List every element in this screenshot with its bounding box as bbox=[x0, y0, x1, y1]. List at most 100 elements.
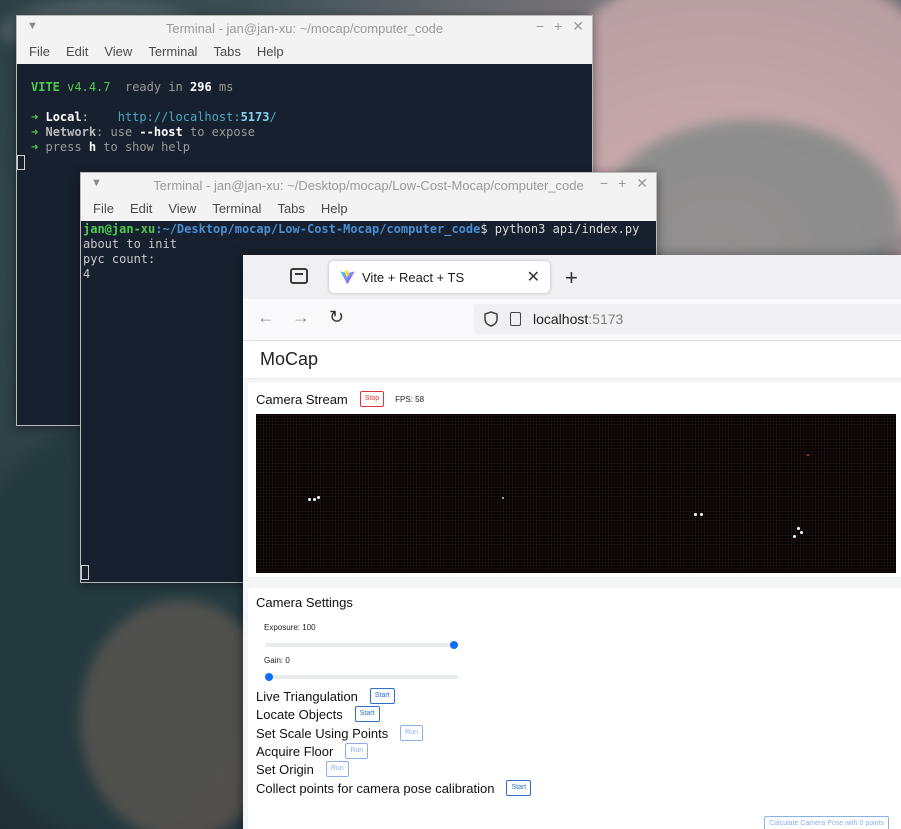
locate-objects-button[interactable]: Start bbox=[354, 706, 380, 722]
vite-name: VITE bbox=[31, 80, 60, 94]
action-label: Acquire Floor bbox=[256, 743, 334, 759]
page-icon bbox=[510, 312, 521, 326]
window-menu-icon[interactable]: ▼ bbox=[91, 177, 102, 189]
gain-label: Gain: 0 bbox=[264, 656, 290, 665]
close-tab-icon[interactable]: ✕ bbox=[527, 267, 540, 287]
live-triangulation-button[interactable]: Start bbox=[369, 688, 395, 704]
action-collect-points: Collect points for camera pose calibrati… bbox=[256, 780, 532, 796]
new-tab-icon[interactable]: + bbox=[565, 265, 578, 291]
tab-strip: Vite + React + TS ✕ + bbox=[243, 255, 901, 299]
page-content: MoCap Camera Stream Stop FPS: 58 Camera … bbox=[243, 341, 901, 829]
local-label: Local bbox=[45, 110, 82, 124]
fps-readout: FPS: 58 bbox=[395, 394, 425, 404]
action-label: Locate Objects bbox=[256, 706, 343, 722]
forward-icon[interactable]: → bbox=[292, 307, 310, 328]
calculate-camera-pose-button[interactable]: Calculate Camera Pose with 0 points bbox=[764, 816, 889, 829]
prompt-user: jan@jan-xu bbox=[83, 222, 156, 236]
ready-ms: 296 bbox=[190, 80, 212, 94]
menu-view[interactable]: View bbox=[160, 201, 204, 216]
nav-bar: ← → ↻ localhost:5173 bbox=[243, 299, 901, 341]
minimize-icon[interactable]: − bbox=[536, 18, 544, 35]
marker-dot bbox=[313, 498, 316, 501]
network-label: Network bbox=[45, 125, 97, 139]
help-key: h bbox=[88, 140, 97, 154]
close-icon[interactable]: ✕ bbox=[636, 175, 648, 192]
marker-dot bbox=[797, 527, 800, 530]
action-label: Collect points for camera pose calibrati… bbox=[256, 780, 495, 796]
set-scale-button[interactable]: Run bbox=[400, 725, 424, 741]
stop-stream-button[interactable]: Stop bbox=[359, 391, 385, 407]
gain-slider-thumb[interactable] bbox=[265, 673, 273, 681]
terminal-title: Terminal - jan@jan-xu: ~/mocap/computer_… bbox=[165, 20, 444, 36]
vite-version: v4.4.7 bbox=[67, 80, 111, 94]
terminal-menubar: File Edit View Terminal Tabs Help bbox=[17, 40, 592, 62]
action-live-triangulation: Live Triangulation Start bbox=[256, 688, 395, 704]
action-label: Live Triangulation bbox=[256, 688, 358, 704]
exposure-slider[interactable] bbox=[265, 641, 458, 649]
set-origin-button[interactable]: Run bbox=[325, 761, 349, 777]
terminal-menubar: File Edit View Terminal Tabs Help bbox=[81, 197, 656, 219]
reload-icon[interactable]: ↻ bbox=[329, 307, 344, 328]
minimize-icon[interactable]: − bbox=[600, 175, 608, 192]
menu-edit[interactable]: Edit bbox=[122, 201, 160, 216]
action-acquire-floor: Acquire Floor Run bbox=[256, 743, 369, 759]
host-flag: --host bbox=[139, 125, 183, 139]
exposure-slider-thumb[interactable] bbox=[450, 641, 458, 649]
terminal-cursor bbox=[81, 565, 89, 580]
terminal-cursor bbox=[17, 155, 25, 170]
vite-logo-icon bbox=[340, 269, 355, 285]
menu-terminal[interactable]: Terminal bbox=[140, 44, 205, 59]
prompt-command: $ python3 api/index.py bbox=[480, 222, 640, 236]
action-locate-objects: Locate Objects Start bbox=[256, 706, 380, 722]
menu-file[interactable]: File bbox=[21, 44, 58, 59]
shield-icon[interactable] bbox=[484, 311, 498, 327]
browser-window[interactable]: Vite + React + TS ✕ + ← → ↻ localhost:51… bbox=[243, 255, 901, 829]
marker-dot bbox=[800, 531, 803, 534]
arrow-icon: ➜ bbox=[31, 140, 39, 154]
menu-view[interactable]: View bbox=[96, 44, 140, 59]
menu-file[interactable]: File bbox=[85, 201, 122, 216]
ready-text: ready in bbox=[124, 80, 183, 94]
window-menu-icon[interactable]: ▼ bbox=[27, 20, 38, 32]
arrow-icon: ➜ bbox=[31, 125, 39, 139]
close-icon[interactable]: ✕ bbox=[572, 18, 584, 35]
marker-dot bbox=[793, 535, 796, 538]
tab-vite-react[interactable]: Vite + React + TS ✕ bbox=[329, 261, 550, 293]
terminal-titlebar[interactable]: ▼ Terminal - jan@jan-xu: ~/mocap/compute… bbox=[17, 16, 592, 40]
exposure-label: Exposure: 100 bbox=[264, 623, 316, 632]
camera-stream-image bbox=[256, 414, 896, 573]
local-url[interactable]: http://localhost:5173/ bbox=[118, 110, 277, 124]
menu-terminal[interactable]: Terminal bbox=[204, 201, 269, 216]
marker-dot bbox=[308, 498, 311, 501]
gain-slider[interactable] bbox=[265, 673, 458, 681]
arrow-icon: ➜ bbox=[31, 110, 39, 124]
maximize-icon[interactable]: + bbox=[554, 18, 562, 35]
action-set-origin: Set Origin Run bbox=[256, 761, 349, 777]
collect-points-button[interactable]: Start bbox=[506, 780, 532, 796]
url-text[interactable]: localhost:5173 bbox=[533, 311, 623, 327]
tab-list-icon[interactable] bbox=[290, 268, 308, 284]
output-line: about to init bbox=[83, 237, 177, 251]
camera-stream-label: Camera Stream bbox=[256, 391, 348, 407]
app-title: MoCap bbox=[243, 341, 901, 379]
menu-edit[interactable]: Edit bbox=[58, 44, 96, 59]
back-icon[interactable]: ← bbox=[257, 307, 275, 328]
menu-help[interactable]: Help bbox=[249, 44, 292, 59]
action-label: Set Origin bbox=[256, 761, 314, 777]
noise-dot bbox=[806, 454, 810, 456]
terminal-titlebar[interactable]: ▼ Terminal - jan@jan-xu: ~/Desktop/mocap… bbox=[81, 173, 656, 197]
maximize-icon[interactable]: + bbox=[618, 175, 626, 192]
action-label: Set Scale Using Points bbox=[256, 725, 389, 741]
tab-title: Vite + React + TS bbox=[362, 269, 465, 285]
menu-tabs[interactable]: Tabs bbox=[269, 201, 312, 216]
action-set-scale: Set Scale Using Points Run bbox=[256, 725, 424, 741]
prompt-path: :~/Desktop/mocap/Low-Cost-Mocap/computer… bbox=[155, 222, 481, 236]
marker-dot bbox=[317, 496, 320, 499]
menu-tabs[interactable]: Tabs bbox=[205, 44, 248, 59]
url-bar[interactable]: localhost:5173 bbox=[474, 304, 901, 334]
menu-help[interactable]: Help bbox=[313, 201, 356, 216]
camera-settings-card: Camera Settings Exposure: 100 Gain: 0 Li… bbox=[248, 588, 901, 829]
marker-dot bbox=[502, 497, 504, 499]
acquire-floor-button[interactable]: Run bbox=[345, 743, 369, 759]
marker-dot bbox=[694, 513, 697, 516]
